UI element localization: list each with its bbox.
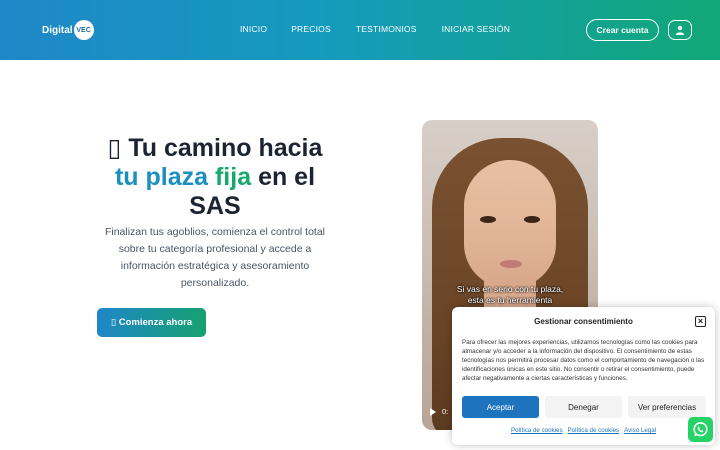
deny-button[interactable]: Denegar (545, 396, 622, 418)
start-button-icon: ▯ (110, 317, 117, 328)
logo-text: Digital (42, 24, 73, 36)
video-controls: 0: (430, 407, 448, 416)
video-caption: Si vas en serio con tu plaza, esta es tu… (422, 284, 598, 306)
video-eye-left (480, 216, 496, 223)
video-eye-right (524, 216, 540, 223)
cookie-consent-panel: Gestionar consentimiento × Para ofrecer … (452, 307, 715, 445)
hero-description: Finalizan tus agoblios, comienza el cont… (104, 226, 326, 289)
video-time: 0: (442, 407, 449, 416)
start-button-label: Comienza ahora (118, 317, 193, 328)
user-icon (675, 25, 685, 35)
logo-badge: VEC (73, 20, 94, 40)
main-nav: INICIO PRECIOS TESTIMONIOS INICIAR SESIÓ… (240, 24, 510, 34)
whatsapp-icon (693, 422, 708, 437)
cookie-policy-link[interactable]: Política de cookies (511, 427, 563, 434)
user-account-button[interactable] (668, 20, 692, 40)
preferences-button[interactable]: Ver preferencias (628, 396, 706, 418)
legal-notice-link[interactable]: Aviso Legal (624, 427, 656, 434)
title-highlight-a: tu plaza (114, 163, 209, 191)
title-highlight-b: fija (214, 163, 252, 191)
title-icon: ▯ (107, 134, 122, 162)
title-part-1: Tu camino hacia (128, 134, 323, 162)
hero-title: ▯ Tu camino hacia tu plaza fija en el SA… (80, 134, 350, 221)
title-part-2: en el (258, 163, 316, 191)
video-face (464, 160, 556, 288)
nav-inicio[interactable]: INICIO (240, 24, 267, 34)
whatsapp-button[interactable] (688, 417, 713, 442)
cookie-links: Política de cookies Política de cookies … (452, 427, 715, 434)
cookie-policy-link-2[interactable]: Política de cookies (568, 427, 620, 434)
video-caption-line-1: Si vas en serio con tu plaza, (456, 284, 564, 294)
start-now-button[interactable]: ▯ Comienza ahora (97, 308, 206, 337)
cookie-title: Gestionar consentimiento (534, 317, 633, 326)
nav-testimonios[interactable]: TESTIMONIOS (356, 24, 417, 34)
nav-precios[interactable]: PRECIOS (291, 24, 331, 34)
logo[interactable]: Digital VEC (42, 20, 94, 40)
accept-button[interactable]: Aceptar (462, 396, 539, 418)
site-header: Digital VEC INICIO PRECIOS TESTIMONIOS I… (0, 0, 720, 60)
video-lips (500, 260, 522, 268)
close-icon[interactable]: × (695, 316, 706, 327)
play-icon[interactable] (430, 407, 436, 416)
title-part-3: SAS (189, 192, 241, 220)
create-account-button[interactable]: Crear cuenta (586, 19, 659, 41)
video-caption-line-2: esta es tu herramienta (467, 295, 553, 305)
nav-iniciar-sesion[interactable]: INICIAR SESIÓN (442, 24, 510, 34)
cookie-text: Para ofrecer las mejores experiencias, u… (462, 339, 705, 382)
